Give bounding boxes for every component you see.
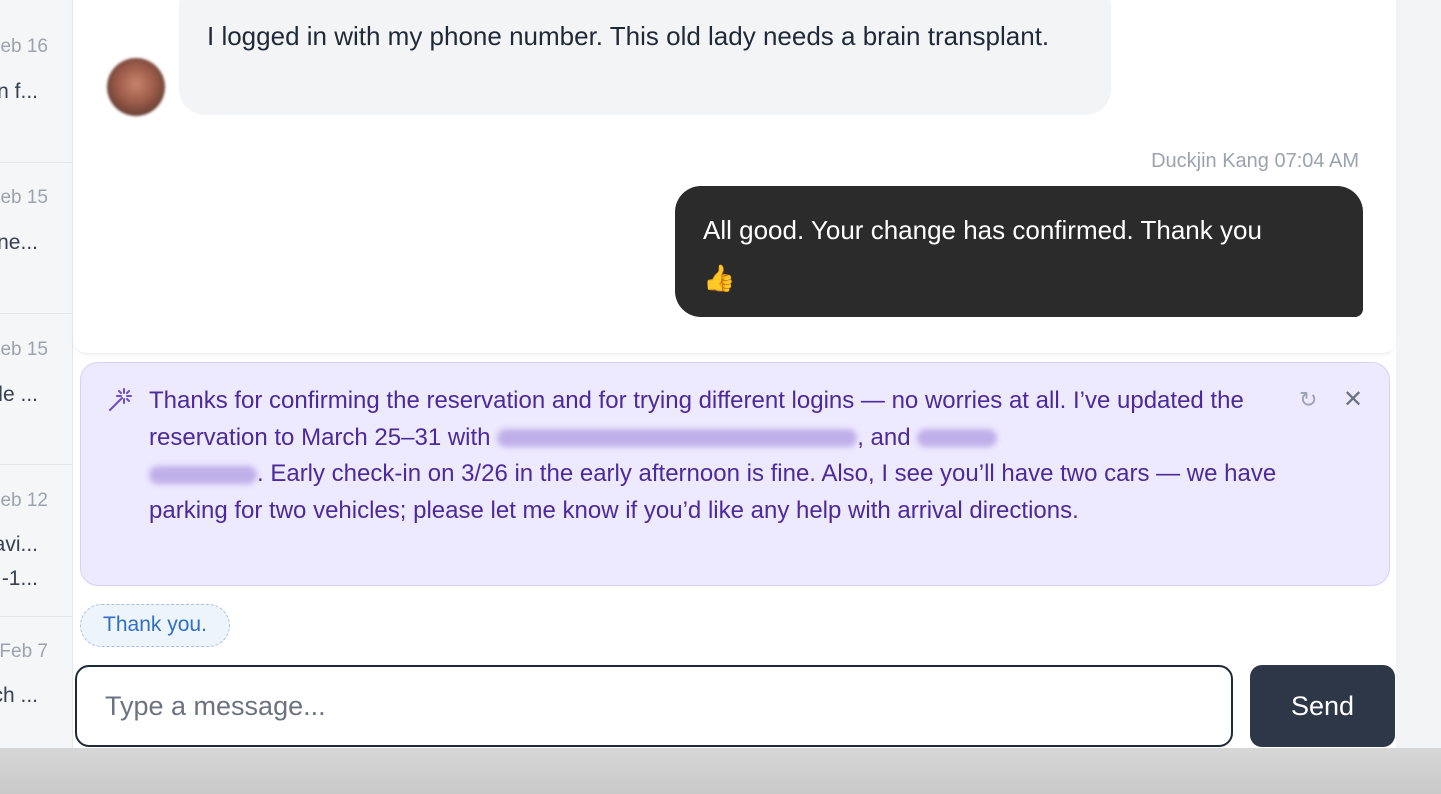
message-list: I logged in with my phone number. This o…	[73, 0, 1396, 354]
conversation-date: Feb 15	[0, 339, 48, 360]
ai-suggestion-box[interactable]: Thanks for confirming the reservation an…	[80, 362, 1390, 586]
conversation-date: Feb 7	[0, 641, 48, 662]
conversation-preview-line2: -1...	[1, 567, 38, 590]
message-time: 07:04 AM	[1274, 150, 1359, 172]
outgoing-message: All good. Your change has confirmed. Tha…	[675, 186, 1363, 317]
conversation-preview: ble ...	[0, 383, 38, 406]
conversation-item[interactable]: Feb 7 ch ...	[0, 617, 72, 748]
conversation-preview: ch ...	[0, 684, 38, 707]
conversation-item[interactable]: Feb 15 ble ...	[0, 314, 72, 465]
chat-panel: I logged in with my phone number. This o…	[73, 0, 1396, 748]
redacted-name	[917, 429, 998, 448]
guest-avatar	[107, 58, 165, 116]
conversation-preview: On f...	[0, 80, 38, 103]
conversation-sidebar: Feb 16 On f... Feb 15 One... Feb 15 ble …	[0, 0, 73, 748]
conversation-preview: One...	[0, 231, 38, 254]
incoming-message: I logged in with my phone number. This o…	[179, 0, 1111, 115]
redacted-name	[149, 465, 257, 484]
conversation-item[interactable]: Feb 16 On f...	[0, 12, 72, 163]
suggestion-text-part: , and	[857, 423, 918, 451]
window-bottom-bar	[0, 748, 1441, 794]
send-button[interactable]: Send	[1250, 665, 1395, 747]
thumbs-up-emoji: 👍	[703, 263, 736, 293]
close-icon[interactable]: ✕	[1343, 385, 1363, 414]
conversation-date: Feb 12	[0, 490, 48, 511]
conversation-preview: avi...	[0, 533, 38, 556]
redacted-name	[497, 429, 858, 448]
refresh-icon[interactable]: ↻	[1299, 387, 1317, 413]
sender-name: Duckjin Kang	[1151, 150, 1269, 172]
conversation-date: Feb 15	[0, 187, 48, 208]
outgoing-message-text: All good. Your change has confirmed. Tha…	[703, 215, 1262, 245]
conversation-item[interactable]: Feb 15 One...	[0, 163, 72, 314]
conversation-date: Feb 16	[0, 36, 48, 57]
message-input[interactable]	[75, 665, 1233, 747]
message-meta: Duckjin Kang 07:04 AM	[1151, 150, 1359, 173]
suggestion-text-part: . Early check-in on 3/26 in the early af…	[149, 460, 1277, 524]
conversation-item[interactable]: Feb 12 avi... -1...	[0, 466, 72, 617]
right-gutter	[1396, 0, 1441, 748]
ai-suggestion-text: Thanks for confirming the reservation an…	[149, 383, 1289, 529]
magic-wand-icon	[109, 388, 132, 411]
quick-reply-chip[interactable]: Thank you.	[80, 604, 230, 647]
incoming-message-text: I logged in with my phone number. This o…	[207, 21, 1050, 51]
